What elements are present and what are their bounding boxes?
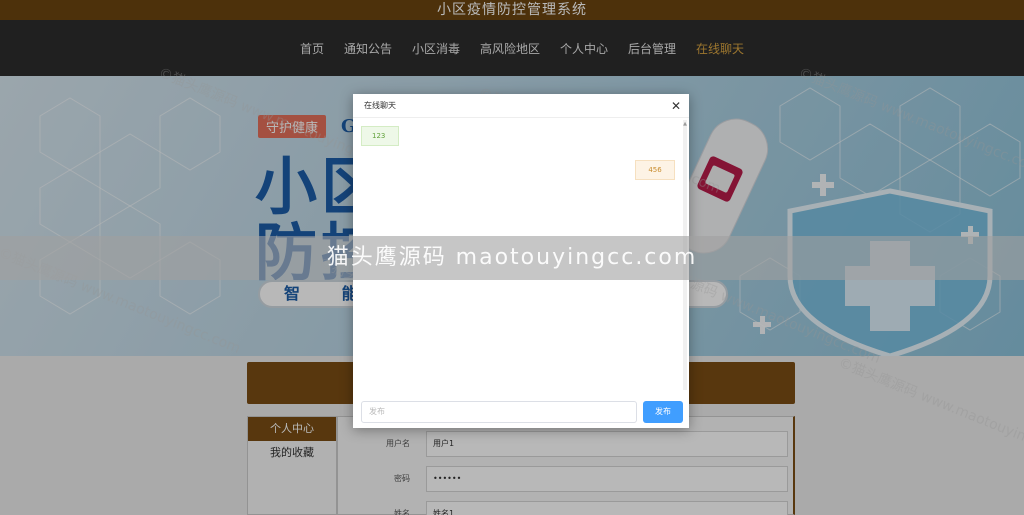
send-button[interactable]: 发布	[643, 401, 683, 423]
close-icon[interactable]: ✕	[671, 98, 681, 114]
watermark-band: 猫头鹰源码 maotouyingcc.com	[0, 236, 1024, 280]
dialog-title: 在线聊天	[364, 101, 396, 110]
chat-message-sent: 456	[635, 160, 675, 180]
chat-message-input[interactable]: 发布	[361, 401, 637, 423]
scroll-up-icon[interactable]: ▲	[683, 121, 687, 127]
chat-message-received: 123	[361, 126, 399, 146]
dialog-header: 在线聊天 ✕	[353, 94, 689, 118]
